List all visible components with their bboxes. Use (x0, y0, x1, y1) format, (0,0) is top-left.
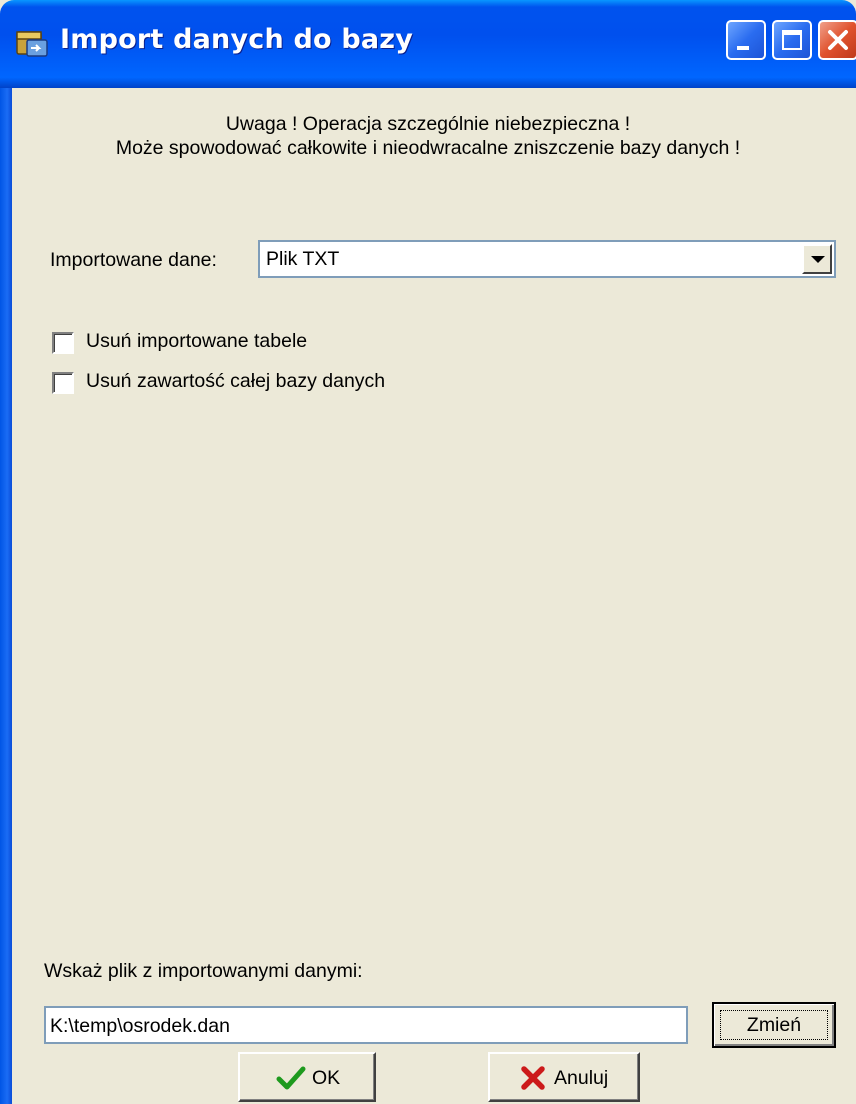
checkmark-icon (276, 1066, 306, 1096)
file-path-field[interactable]: K:\temp\osrodek.dan (44, 1006, 688, 1044)
import-dialog-window: Import danych do bazy Uwaga ! Operacja s… (0, 0, 856, 1104)
file-path-label: Wskaż plik z importowanymi danymi: (44, 960, 363, 982)
import-type-value: Plik TXT (266, 248, 340, 270)
change-file-button[interactable]: Zmień (712, 1002, 836, 1048)
delete-entire-database-label: Usuń zawartość całej bazy danych (86, 370, 386, 392)
close-button[interactable] (818, 20, 856, 60)
delete-entire-database-checkbox[interactable] (52, 372, 74, 394)
title-bar[interactable]: Import danych do bazy (0, 0, 856, 88)
import-type-label: Importowane dane: (50, 249, 217, 271)
close-icon (828, 30, 848, 50)
change-file-label: Zmień (720, 1010, 828, 1040)
maximize-button[interactable] (772, 20, 812, 60)
window-frame-left (0, 88, 12, 1104)
window-title: Import danych do bazy (60, 24, 414, 55)
ok-label: OK (312, 1067, 341, 1089)
minimize-icon (737, 46, 749, 50)
delete-imported-tables-checkbox[interactable] (52, 332, 74, 354)
cross-icon (520, 1066, 546, 1096)
cancel-label: Anuluj (554, 1067, 609, 1089)
import-type-select[interactable]: Plik TXT (258, 240, 836, 278)
warning-message: Uwaga ! Operacja szczególnie niebezpiecz… (20, 112, 836, 160)
file-path-value: K:\temp\osrodek.dan (50, 1015, 230, 1037)
minimize-button[interactable] (726, 20, 766, 60)
database-import-icon (14, 26, 50, 62)
warning-line-1: Uwaga ! Operacja szczególnie niebezpiecz… (225, 113, 631, 135)
warning-line-2: Może spowodować całkowite i nieodwracaln… (115, 137, 741, 159)
chevron-down-icon[interactable] (802, 244, 832, 274)
maximize-icon (782, 30, 802, 50)
delete-imported-tables-label: Usuń importowane tabele (86, 330, 308, 352)
ok-button[interactable]: OK (238, 1052, 376, 1102)
cancel-button[interactable]: Anuluj (488, 1052, 640, 1102)
